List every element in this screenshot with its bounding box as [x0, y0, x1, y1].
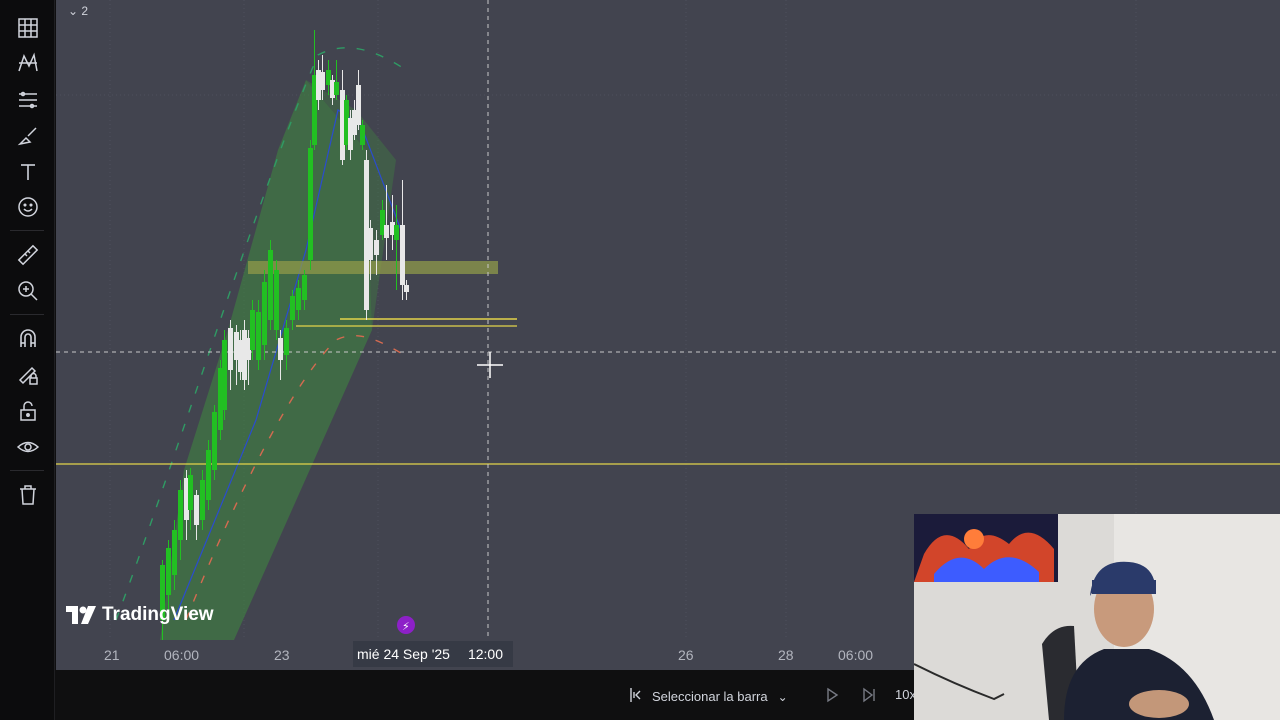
candle-body: [250, 310, 255, 350]
candle-body: [302, 275, 307, 300]
fib-icon[interactable]: [12, 85, 44, 115]
channel-band: [160, 80, 372, 640]
svg-text:⚡: ⚡: [402, 620, 410, 633]
ruler-icon[interactable]: [12, 240, 44, 270]
replay-speed-button[interactable]: 10x: [895, 687, 916, 702]
candle-body: [188, 475, 193, 510]
candle-body: [400, 225, 405, 285]
candle-body: [360, 125, 365, 145]
logo-text: TradingView: [102, 604, 214, 625]
candle-body: [206, 450, 211, 500]
candle-body: [284, 328, 289, 355]
candle-body: [334, 82, 339, 95]
select-bar-label: Seleccionar la barra: [652, 689, 768, 704]
emoji-icon[interactable]: [12, 192, 44, 222]
select-bar-icon: [628, 687, 644, 706]
lock-icon[interactable]: [12, 396, 44, 426]
candle-body: [278, 338, 283, 360]
candle-body: [356, 85, 361, 125]
eye-icon[interactable]: [12, 432, 44, 462]
time-label: 23: [274, 647, 290, 663]
crosshair-time-label: mié 24 Sep '25 12:00: [353, 641, 514, 667]
candle-body: [262, 282, 267, 345]
candle-body: [178, 490, 183, 540]
time-label: 06:00: [838, 647, 874, 663]
candle-body: [384, 225, 389, 238]
brush-icon[interactable]: [12, 121, 44, 151]
candle-body: [274, 270, 279, 330]
candle-body: [228, 328, 233, 370]
candle-body: [268, 250, 273, 320]
candle-body: [172, 530, 177, 575]
text-icon[interactable]: [12, 157, 44, 187]
select-bar-button[interactable]: Seleccionar la barra ⌄: [628, 687, 788, 706]
time-label: 06:00: [164, 647, 200, 663]
lock-drawing-icon[interactable]: [12, 360, 44, 390]
time-label: 21: [104, 647, 120, 663]
candle-body: [296, 288, 301, 310]
zoom-in-icon[interactable]: [12, 276, 44, 306]
step-forward-button[interactable]: [861, 687, 877, 703]
play-icon: [827, 687, 839, 703]
candle-body: [200, 480, 205, 520]
time-label: 26: [678, 647, 694, 663]
candle-body: [308, 148, 313, 260]
supply-zone: [248, 261, 498, 274]
candle-body: [374, 240, 379, 255]
step-forward-icon: [863, 687, 875, 703]
crosshair-cursor: [477, 352, 503, 378]
candle-body: [394, 225, 399, 240]
replay-speed: 10x: [895, 687, 916, 702]
candle-body: [320, 72, 325, 90]
candle-body: [166, 548, 171, 595]
pattern-icon[interactable]: [12, 48, 44, 78]
candle-body: [212, 412, 217, 470]
webcam-video: [914, 514, 1280, 720]
candle-body: [290, 296, 295, 320]
magnet-icon[interactable]: [12, 324, 44, 354]
tradingview-logo: TradingView: [66, 604, 214, 626]
chevron-down-icon: ⌄: [777, 689, 788, 704]
time-label: 28: [778, 647, 794, 663]
play-button[interactable]: [824, 687, 840, 703]
candle-body: [368, 228, 373, 260]
tv-logo-icon: [66, 606, 96, 624]
candle-body: [404, 285, 409, 292]
candle-body: [194, 495, 199, 525]
grid-icon[interactable]: [12, 13, 44, 43]
drawing-toolbar: [0, 0, 55, 720]
candle-body: [222, 340, 227, 410]
trash-icon[interactable]: [12, 480, 44, 510]
candle-body: [256, 312, 261, 360]
crosshair-time: 12:00: [467, 646, 504, 662]
webcam-overlay: [914, 514, 1280, 720]
crosshair-date: mié 24 Sep '25: [357, 646, 450, 662]
